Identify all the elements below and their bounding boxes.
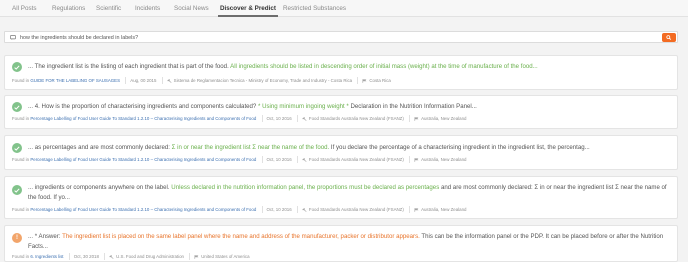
search-input[interactable]: how the ingredients should be declared i… — [20, 35, 138, 41]
tab-discover-predict[interactable]: Discover & Predict — [218, 5, 278, 17]
check-icon — [14, 104, 20, 110]
result-card[interactable]: ... The ingredient list is the listing o… — [4, 55, 678, 90]
source-link[interactable]: 6. Ingredients list — [30, 254, 63, 259]
flag-icon — [414, 157, 419, 162]
tab-all-posts[interactable]: All Posts — [12, 5, 37, 17]
result-card[interactable]: ... ingredients or components anywhere o… — [4, 176, 678, 219]
tab-social-news[interactable]: Social News — [174, 5, 209, 17]
result-card[interactable]: ... 4. How is the proportion of characte… — [4, 95, 678, 129]
result-authority: Food Standards Australia New Zealand (FS… — [308, 157, 404, 162]
result-country: Australia, New Zealand — [421, 207, 467, 212]
result-date: Oct, 10 2016 — [266, 116, 292, 121]
result-meta: Found in Percentage Labelling of Food Us… — [12, 206, 467, 213]
result-snippet: ... as percentages and are most commonly… — [28, 144, 590, 151]
result-snippet: ... The ingredient list is the listing o… — [28, 63, 538, 70]
flag-icon — [194, 254, 199, 259]
tab-restricted-substances[interactable]: Restricted Substances — [283, 5, 346, 17]
result-authority: Sistema de Reglamentacion Tecnica - Mini… — [173, 78, 353, 83]
search-button[interactable] — [662, 33, 676, 42]
result-date: Oct, 10 2016 — [266, 207, 292, 212]
result-country: United States of America — [201, 254, 250, 259]
result-meta: Found in Percentage Labelling of Food Us… — [12, 115, 467, 122]
source-link[interactable]: GUIDE FOR THE LABELING OF SAUSAGES — [30, 78, 120, 83]
gavel-icon — [109, 254, 114, 259]
result-meta: Found in Percentage Labelling of Food Us… — [12, 156, 467, 163]
flag-icon — [362, 78, 367, 83]
check-badge — [12, 143, 22, 153]
flag-icon — [414, 207, 419, 212]
result-snippet: ... 4. How is the proportion of characte… — [28, 103, 477, 110]
result-snippet: ... ingredients or components anywhere o… — [28, 184, 667, 201]
result-snippet: ... * Answer: The ingredient list is pla… — [28, 233, 664, 250]
gavel-icon — [167, 78, 172, 83]
tab-incidents[interactable]: Incidents — [135, 5, 160, 17]
gavel-icon — [302, 157, 307, 162]
gavel-icon — [302, 207, 307, 212]
check-badge — [12, 62, 22, 72]
check-icon — [14, 64, 20, 70]
tab-scientific[interactable]: Scientific — [96, 5, 121, 17]
result-authority: Food Standards Australia New Zealand (FS… — [308, 116, 404, 121]
result-card[interactable]: ! ... * Answer: The ingredient list is p… — [4, 225, 678, 262]
check-icon — [14, 187, 20, 193]
check-badge — [12, 185, 22, 195]
result-date: Aug, 00 2015 — [130, 78, 157, 83]
source-link[interactable]: Percentage Labelling of Food User Guide … — [30, 116, 256, 121]
result-date: Oct, 10 2016 — [266, 157, 292, 162]
result-card[interactable]: ... as percentages and are most commonly… — [4, 135, 678, 170]
result-date: Oct, 30 2018 — [73, 254, 99, 259]
tab-regulations[interactable]: Regulations — [52, 5, 85, 17]
search-bar[interactable]: how the ingredients should be declared i… — [4, 31, 678, 43]
flag-icon — [414, 116, 419, 121]
tab-bar: All Posts Regulations Scientific Inciden… — [0, 0, 688, 17]
check-icon — [14, 145, 20, 151]
result-meta: Found in GUIDE FOR THE LABELING OF SAUSA… — [12, 77, 391, 84]
gavel-icon — [302, 116, 307, 121]
result-country: Australia, New Zealand — [421, 116, 467, 121]
result-country: Australia, New Zealand — [421, 157, 467, 162]
result-authority: U.S. Food and Drug Administration — [116, 254, 185, 259]
result-country: Costa Rica — [369, 78, 391, 83]
check-badge — [12, 102, 22, 112]
source-link[interactable]: Percentage Labelling of Food User Guide … — [30, 207, 256, 212]
result-authority: Food Standards Australia New Zealand (FS… — [308, 207, 404, 212]
result-meta: Found in 6. Ingredients list Oct, 30 201… — [12, 253, 250, 260]
question-icon — [10, 35, 16, 40]
source-link[interactable]: Percentage Labelling of Food User Guide … — [30, 157, 256, 162]
warning-badge: ! — [12, 233, 22, 243]
search-icon — [666, 35, 672, 40]
